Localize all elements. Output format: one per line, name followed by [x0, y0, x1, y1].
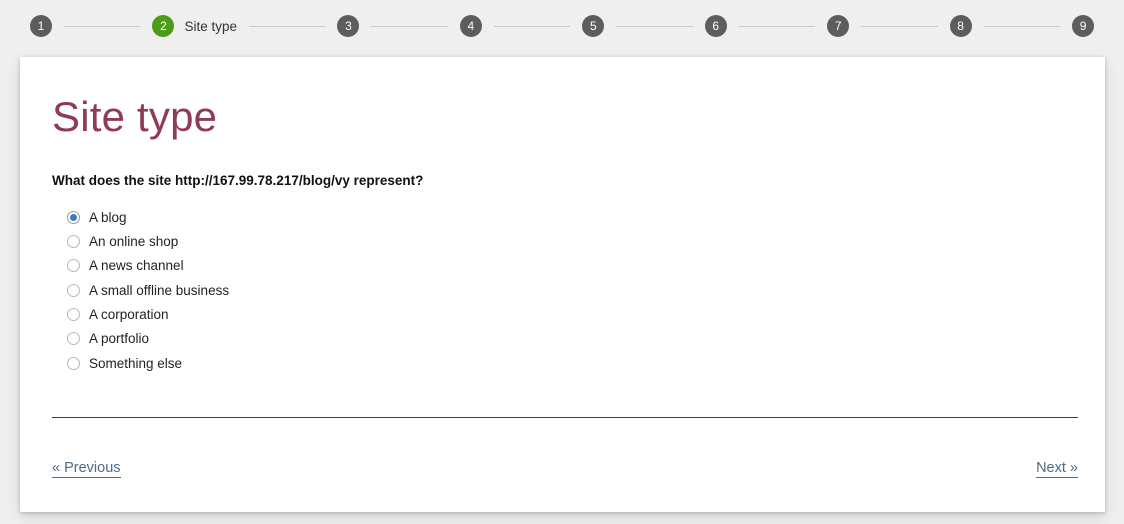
step-circle-9: 9 — [1072, 15, 1095, 37]
step-connector — [493, 25, 571, 27]
wizard-card: Site type What does the site http://167.… — [20, 57, 1105, 512]
step-circle-1: 1 — [30, 15, 52, 37]
wizard-step-3[interactable]: 3 — [337, 15, 360, 37]
step-circle-6: 6 — [704, 15, 727, 37]
step-connector — [64, 25, 141, 27]
next-link[interactable]: Next » — [1036, 460, 1078, 479]
step-circle-5: 5 — [582, 15, 605, 37]
wizard-step-1[interactable]: 1 — [30, 15, 52, 37]
step-circle-3: 3 — [337, 15, 360, 37]
step-connector — [248, 25, 326, 27]
radio-option-label: A corporation — [89, 306, 169, 322]
wizard-step-2[interactable]: 2 Site type — [152, 15, 237, 37]
wizard-step-9[interactable]: 9 — [1072, 15, 1095, 37]
wizard-step-4[interactable]: 4 — [459, 15, 482, 37]
radio-button-icon[interactable] — [67, 235, 80, 249]
radio-button-icon[interactable] — [67, 283, 80, 297]
section-divider — [52, 417, 1078, 419]
radio-option[interactable]: A portfolio — [67, 327, 1073, 351]
radio-button-icon[interactable] — [67, 210, 80, 224]
radio-option-label: A portfolio — [89, 331, 150, 347]
radio-option-label: A small offline business — [89, 282, 230, 298]
radio-button-icon[interactable] — [67, 356, 80, 370]
wizard-step-bar: 1 2 Site type 3 4 5 6 7 8 9 — [0, 0, 1124, 52]
step-circle-2: 2 — [152, 15, 175, 37]
radio-button-icon[interactable] — [67, 307, 80, 321]
radio-option[interactable]: A small offline business — [67, 278, 1073, 302]
wizard-step-7[interactable]: 7 — [827, 15, 850, 37]
wizard-step-5[interactable]: 5 — [582, 15, 605, 37]
previous-link[interactable]: « Previous — [52, 460, 121, 479]
radio-button-icon[interactable] — [67, 332, 80, 346]
step-circle-7: 7 — [827, 15, 850, 37]
step-connector — [861, 25, 938, 27]
step-circle-8: 8 — [949, 15, 972, 37]
radio-option-label: An online shop — [89, 234, 179, 250]
radio-option[interactable]: Something else — [67, 351, 1073, 375]
wizard-step-6[interactable]: 6 — [704, 15, 727, 37]
step-connector — [371, 25, 448, 27]
step-connector — [738, 25, 816, 27]
radio-option[interactable]: A news channel — [67, 254, 1073, 278]
radio-button-icon[interactable] — [67, 259, 80, 273]
radio-option-label: A blog — [89, 209, 127, 225]
radio-option[interactable]: An online shop — [67, 229, 1073, 253]
page-title: Site type — [52, 93, 218, 140]
radio-option[interactable]: A corporation — [67, 302, 1073, 326]
wizard-footer: « Previous Next » — [52, 460, 1078, 479]
card-content: Site type What does the site http://167.… — [20, 57, 1105, 479]
step-label-2: Site type — [184, 18, 237, 34]
step-connector — [983, 25, 1061, 27]
site-type-radio-group: A blog An online shop A news channel A smal… — [52, 205, 1073, 375]
step-connector — [616, 25, 693, 27]
radio-option-label: A news channel — [89, 258, 184, 274]
radio-option-label: Something else — [89, 355, 183, 371]
wizard-step-8[interactable]: 8 — [949, 15, 972, 37]
question-text: What does the site http://167.99.78.217/… — [52, 173, 424, 189]
step-circle-4: 4 — [459, 15, 482, 37]
radio-option[interactable]: A blog — [67, 205, 1073, 229]
